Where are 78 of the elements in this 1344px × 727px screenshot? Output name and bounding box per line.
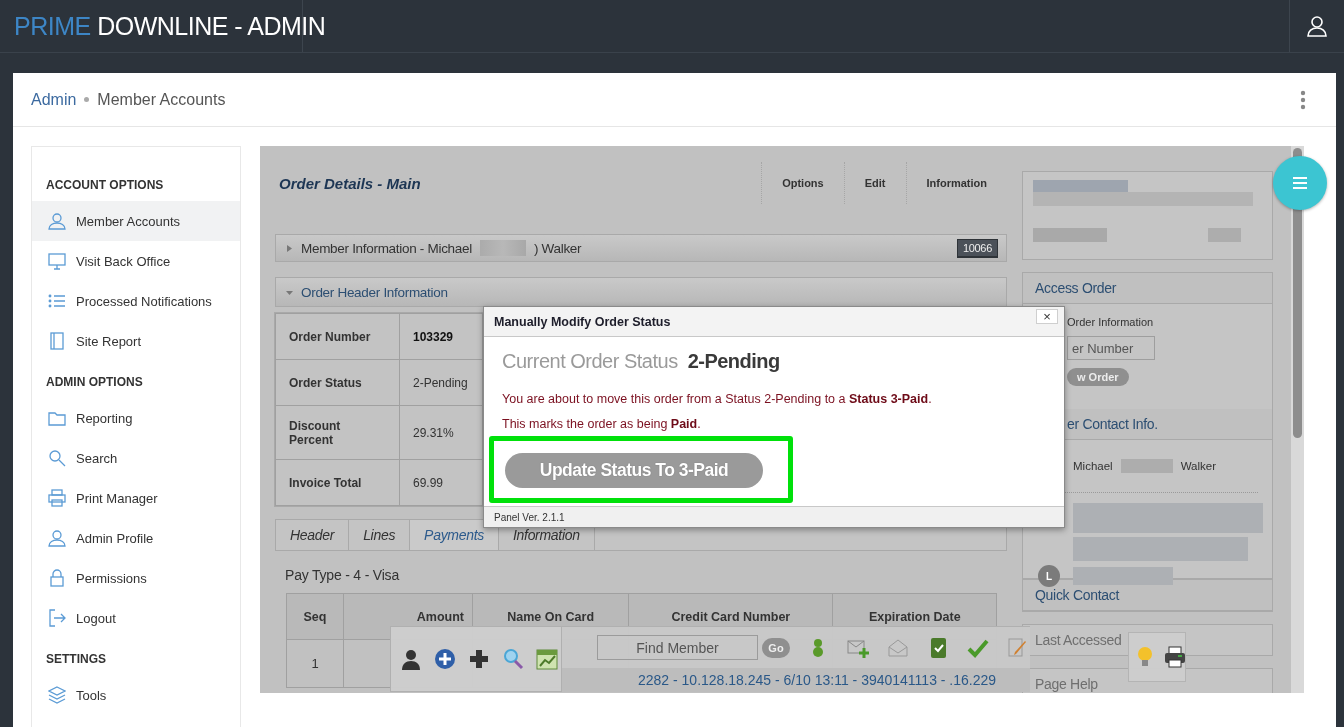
sidebar-item[interactable]: Search [32,438,240,478]
field-value: 103329 [399,313,483,360]
tab[interactable]: Header [276,520,350,550]
sidebar-item[interactable]: Member Accounts [32,201,240,241]
layers-icon [48,686,66,704]
order-number-field[interactable]: er Number [1067,336,1155,360]
user-icon[interactable] [1306,15,1328,37]
sidebar-item[interactable]: Tools [32,675,240,715]
member-id-badge: 10066 [956,238,998,258]
connection-info: 2282 - 10.128.18.245 - 6/10 13:11 - 3940141113 - .16.229 [562,668,1030,692]
status-value: 2-Pending [687,350,780,373]
plus-icon[interactable] [467,647,491,671]
section-title: Member Information - Michael [301,240,472,256]
user-icon [48,212,66,230]
list-icon [48,292,66,310]
panel-title: Access Order [1023,273,1272,304]
printer-icon [48,489,66,507]
user-icon[interactable] [399,647,423,671]
search-icon[interactable] [501,647,525,671]
more-icon[interactable] [1300,89,1306,110]
menu-link[interactable]: Edit [843,162,906,204]
table-cell: 1 [286,639,344,688]
section-heading: ACCOUNT OPTIONS [45,177,165,194]
folder-icon [48,409,66,427]
sidebar-item[interactable]: Admin Profile [32,518,240,558]
field-value: 29.31% [399,405,483,460]
redacted-block [1120,459,1173,473]
sidebar-item[interactable]: Visit Back Office [32,241,240,281]
chart-icon[interactable] [535,647,559,671]
section-heading: ADMIN OPTIONS [45,374,144,391]
field-label: Order Number [275,313,400,360]
field-label: Order Status [275,359,400,406]
add-icon[interactable] [433,647,457,671]
section-heading: SETTINGS [45,651,107,668]
field-label: Invoice Total [275,459,400,506]
lock-icon [48,569,66,587]
caret-right-icon[interactable] [286,244,293,252]
sidebar-item[interactable]: Logout [32,598,240,638]
menu-link[interactable]: Information [905,162,1007,204]
message-text: You are about to move this order from a Status 2-Pending to a Status 3-Paid. [502,392,933,406]
section-title: Order Header Information [301,284,448,300]
menu-icon [1293,177,1307,189]
contact-name: Walker [1180,460,1216,472]
page-title: Order Details - Main [278,175,422,192]
search-icon [48,449,66,467]
logout-icon [48,609,66,627]
find-member-field[interactable]: Find Member [597,635,758,660]
monitor-icon [48,252,66,270]
column-header: Seq [286,593,344,640]
sidebar-item[interactable]: Reporting [32,398,240,438]
field-label: Discount Percent [275,405,400,460]
field-label: Order Information [1067,316,1155,328]
printer-icon[interactable] [1163,645,1187,669]
version-text: Panel Ver. 2.1.1 [484,506,1064,527]
caret-down-icon[interactable] [286,288,293,296]
sidebar-item[interactable]: Site Report [32,321,240,361]
sidebar-item[interactable]: Print Manager [32,478,240,518]
dialog-title: Manually Modify Order Status [494,314,672,329]
field-value: 69.99 [399,459,483,506]
breadcrumb-link[interactable]: Admin [31,90,77,109]
avatar: L [1038,565,1060,587]
user-icon [48,529,66,547]
breadcrumb-current: Member Accounts [97,90,226,109]
field-value: 2-Pending [399,359,483,406]
panel-title[interactable]: Quick Contact [1035,587,1120,603]
close-button[interactable]: × [1036,309,1058,324]
section-title: ) Walker [533,240,582,256]
sidebar-item[interactable]: Processed Notifications [32,281,240,321]
message-text: This marks the order as being Paid. [502,417,702,431]
status-label: Current Order Status [502,350,678,373]
redacted-block [479,240,526,256]
contact-name: Michael [1073,460,1113,472]
sidebar-item[interactable]: Permissions [32,558,240,598]
pay-type-label: Pay Type - 4 - Visa [284,566,401,585]
document-icon [48,332,66,350]
brand-logo: PRIME DOWNLINE - ADMIN [14,11,326,41]
menu-link[interactable]: Options [761,162,844,204]
tab[interactable]: Payments [410,520,499,550]
